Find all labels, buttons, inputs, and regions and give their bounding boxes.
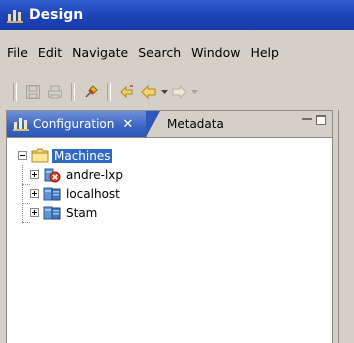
- minimize-icon[interactable]: [302, 115, 312, 125]
- menu-edit[interactable]: Edit: [33, 45, 67, 60]
- expand-icon[interactable]: [30, 170, 39, 179]
- tab-metadata-label: Metadata: [167, 117, 224, 131]
- menu-file[interactable]: File: [2, 45, 33, 60]
- menu-navigate[interactable]: Navigate: [67, 45, 133, 60]
- toolbar: [0, 79, 354, 105]
- forward-dropdown-icon[interactable]: [190, 83, 198, 101]
- folder-icon: [31, 148, 49, 164]
- collapse-icon[interactable]: [18, 151, 27, 160]
- back-history-icon[interactable]: [118, 83, 136, 101]
- maximize-icon[interactable]: [316, 115, 326, 125]
- menu-search[interactable]: Search: [133, 45, 186, 60]
- tree-line: [22, 222, 30, 223]
- configuration-icon: [13, 115, 29, 134]
- machine-icon: [43, 205, 61, 221]
- expand-icon[interactable]: [30, 208, 39, 217]
- tab-configuration[interactable]: Configuration ✕: [7, 111, 160, 137]
- tree-node-label: Stam: [66, 205, 98, 220]
- menu-window[interactable]: Window: [186, 45, 245, 60]
- title-bar[interactable]: Design: [0, 0, 354, 30]
- tree-root-machines[interactable]: Machines: [7, 146, 332, 165]
- tree-node-andre-lxp[interactable]: andre-lxp: [7, 165, 332, 184]
- panel-controls: [302, 115, 326, 125]
- pin-icon[interactable]: [82, 83, 100, 101]
- panel-tab-bar: Configuration ✕ Metadata: [7, 111, 332, 138]
- toolbar-separator: [107, 83, 111, 101]
- toolbar-separator: [13, 83, 17, 101]
- tab-configuration-label: Configuration: [33, 117, 115, 131]
- tree-node-localhost[interactable]: localhost: [7, 184, 332, 203]
- tree-node-label: localhost: [66, 186, 120, 201]
- forward-arrow-icon[interactable]: [170, 83, 188, 101]
- close-icon[interactable]: ✕: [122, 117, 133, 132]
- configuration-panel: Configuration ✕ Metadata Machines andre-…: [6, 110, 333, 343]
- expand-icon[interactable]: [30, 189, 39, 198]
- menu-help[interactable]: Help: [245, 45, 284, 60]
- tree-node-stam[interactable]: Stam: [7, 203, 332, 222]
- toolbar-separator: [71, 83, 75, 101]
- app-icon: [6, 6, 24, 24]
- editor-area-edge: [338, 110, 354, 343]
- machine-icon: [43, 186, 61, 202]
- tree-node-label: Machines: [52, 148, 113, 163]
- print-icon[interactable]: [46, 83, 64, 101]
- machines-tree: Machines andre-lxp localhost Stam: [7, 138, 332, 223]
- save-icon[interactable]: [24, 83, 42, 101]
- window-title: Design: [29, 7, 84, 23]
- tree-node-label: andre-lxp: [66, 167, 124, 182]
- back-arrow-icon[interactable]: [140, 83, 158, 101]
- machine-error-icon: [43, 167, 61, 183]
- back-dropdown-icon[interactable]: [160, 83, 168, 101]
- menu-bar: File Edit Navigate Search Window Help: [0, 42, 354, 62]
